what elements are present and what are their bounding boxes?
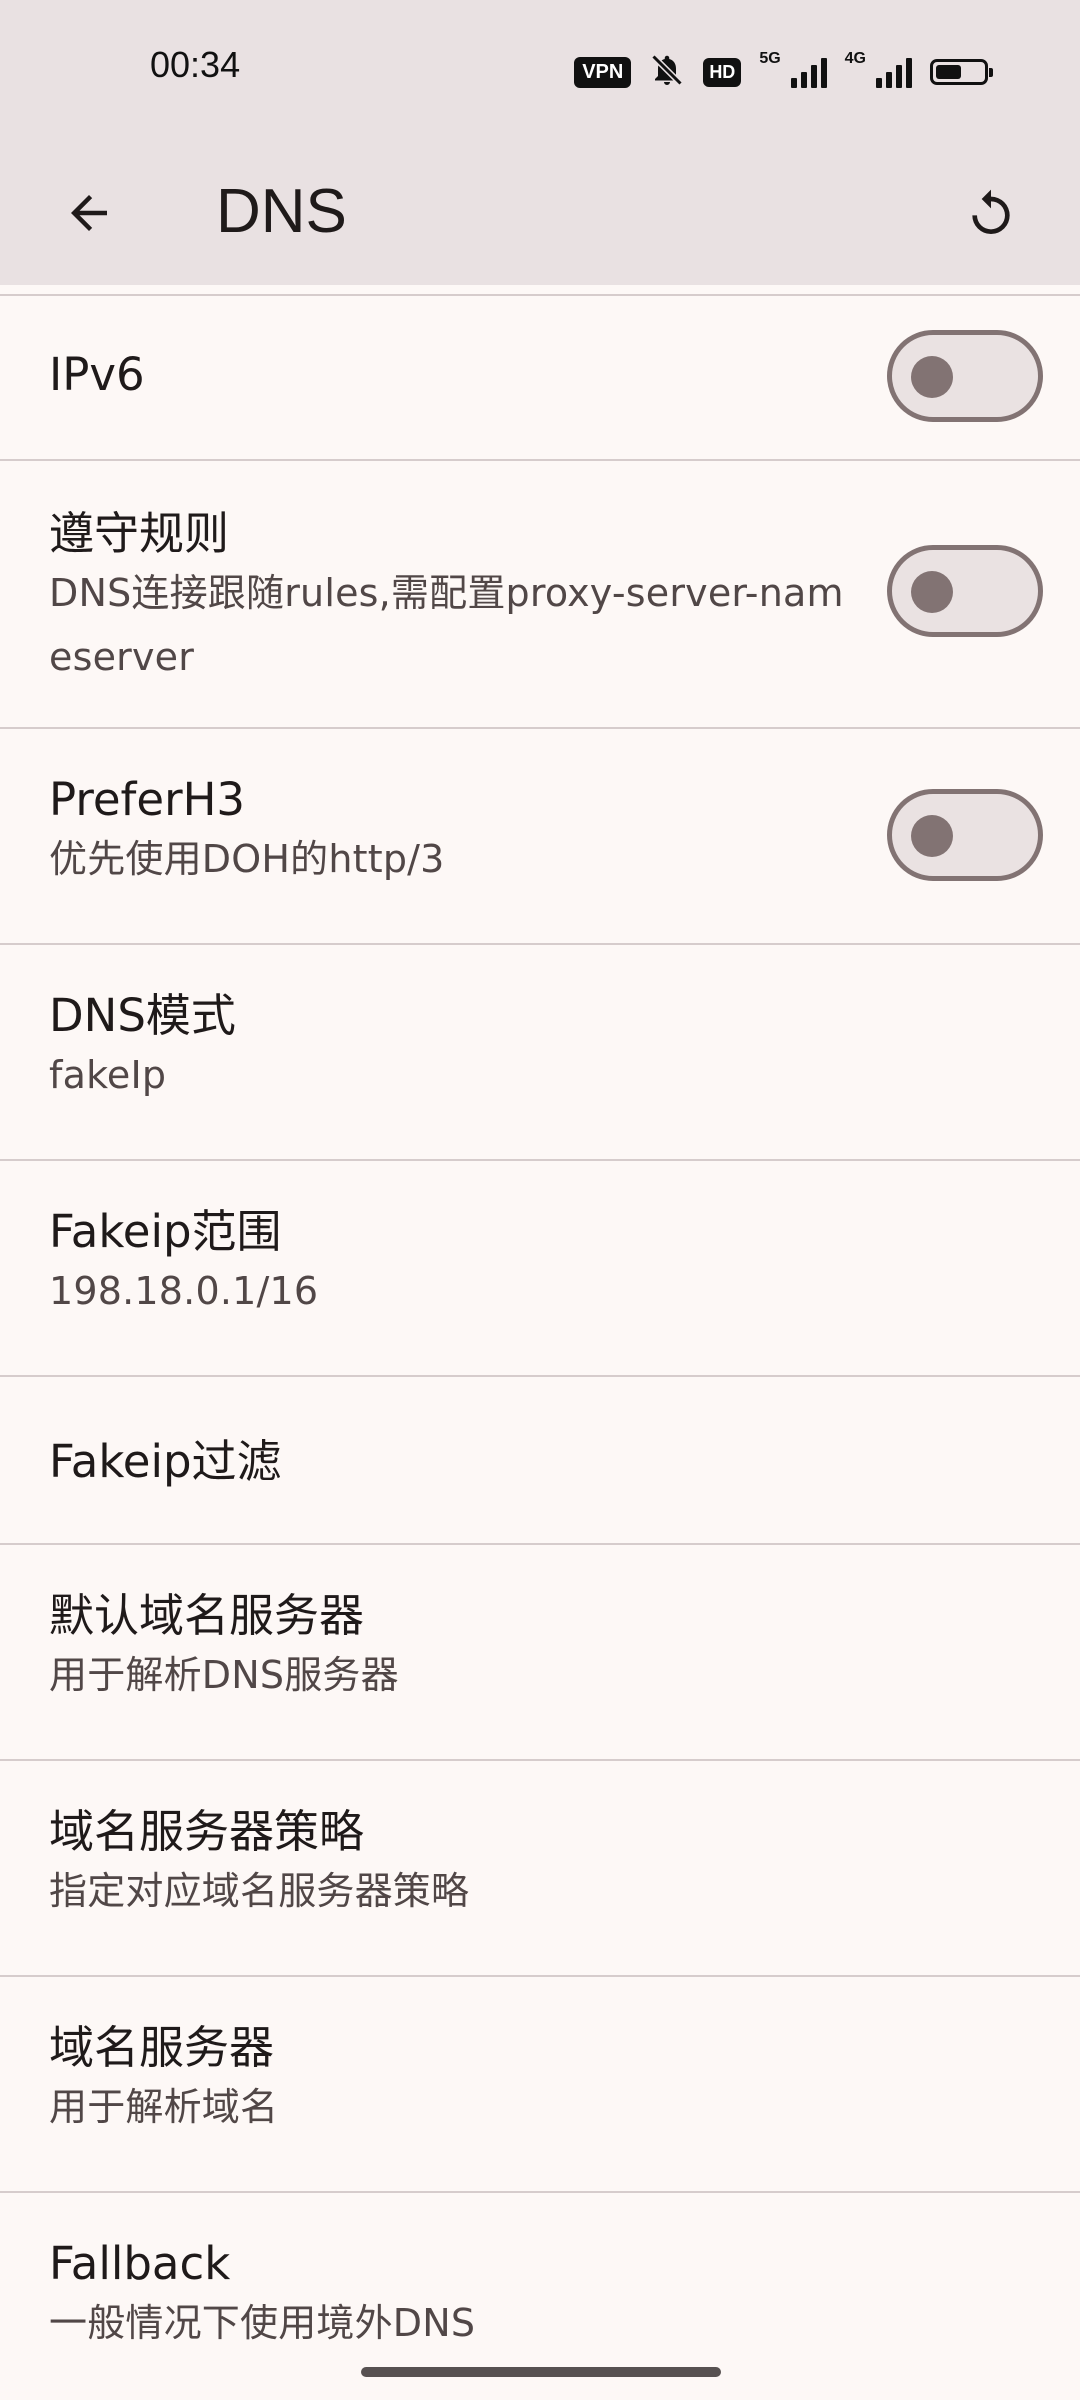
hd-badge: HD: [703, 57, 742, 87]
status-bar: 00:34 VPN HD 5G 4G: [0, 0, 1080, 142]
prefer-h3-switch[interactable]: [887, 789, 1043, 881]
setting-subtitle: 用于解析DNS服务器: [49, 1653, 399, 1697]
setting-fakeip-filter[interactable]: Fakeip过滤: [0, 1377, 1080, 1545]
setting-subtitle: 用于解析域名: [49, 2085, 279, 2129]
bell-off-icon: [649, 51, 685, 93]
screen: 00:34 VPN HD 5G 4G DNS IPv6 遵守规则 DNS连接跟随…: [0, 0, 1080, 2400]
setting-subtitle: DNS连接跟随rules,需配置proxy-server-nameserver: [49, 571, 844, 679]
setting-nameserver[interactable]: 域名服务器 用于解析域名: [0, 1977, 1080, 2193]
network-4g-label: 4G: [844, 50, 866, 67]
setting-ipv6[interactable]: IPv6: [0, 296, 1080, 461]
setting-nameserver-policy[interactable]: 域名服务器策略 指定对应域名服务器策略: [0, 1761, 1080, 1977]
arrow-back-icon: [71, 195, 107, 231]
setting-subtitle: 198.18.0.1/16: [49, 1269, 319, 1313]
setting-subtitle: fakeIp: [49, 1053, 167, 1097]
app-bar: DNS: [0, 142, 1080, 285]
battery-icon: [930, 59, 993, 85]
home-indicator[interactable]: [361, 2367, 721, 2377]
setting-dns-mode[interactable]: DNS模式 fakeIp: [0, 945, 1080, 1161]
settings-list: IPv6 遵守规则 DNS连接跟随rules,需配置proxy-server-n…: [0, 285, 1080, 2400]
back-button[interactable]: [44, 168, 134, 258]
setting-prefer-h3[interactable]: PreferH3 优先使用DOH的http/3: [0, 729, 1080, 945]
status-icons: VPN HD 5G 4G: [574, 50, 993, 94]
setting-title: Fakeip过滤: [49, 1435, 282, 1488]
setting-title: 遵守规则: [49, 507, 230, 560]
ipv6-switch[interactable]: [887, 330, 1043, 422]
setting-subtitle: 一般情况下使用境外DNS: [49, 2301, 476, 2345]
switch-knob: [911, 815, 953, 857]
setting-default-nameserver[interactable]: 默认域名服务器 用于解析DNS服务器: [0, 1545, 1080, 1761]
divider: [0, 285, 1080, 296]
refresh-icon: [972, 189, 1010, 234]
setting-title: IPv6: [49, 348, 145, 401]
signal-5g-icon: [790, 56, 827, 88]
setting-subtitle: 优先使用DOH的http/3: [49, 837, 445, 881]
page-title: DNS: [216, 177, 347, 246]
reset-button[interactable]: [946, 168, 1036, 258]
setting-title: 域名服务器策略: [49, 1805, 365, 1858]
setting-subtitle: 指定对应域名服务器策略: [49, 1869, 470, 1913]
respect-rules-switch[interactable]: [887, 545, 1043, 637]
setting-title: 域名服务器: [49, 2021, 275, 2074]
setting-fakeip-range[interactable]: Fakeip范围 198.18.0.1/16: [0, 1161, 1080, 1377]
setting-title: Fallback: [49, 2237, 231, 2290]
network-5g-label: 5G: [759, 50, 781, 67]
setting-respect-rules[interactable]: 遵守规则 DNS连接跟随rules,需配置proxy-server-namese…: [0, 461, 1080, 729]
setting-title: DNS模式: [49, 989, 236, 1042]
status-time: 00:34: [150, 44, 241, 85]
setting-title: PreferH3: [49, 773, 246, 826]
vpn-badge: VPN: [574, 56, 632, 88]
signal-4g-icon: [876, 56, 912, 88]
switch-knob: [911, 356, 953, 398]
switch-knob: [911, 571, 953, 613]
setting-title: Fakeip范围: [49, 1205, 282, 1258]
setting-title: 默认域名服务器: [49, 1589, 365, 1642]
battery-fill: [936, 65, 961, 79]
